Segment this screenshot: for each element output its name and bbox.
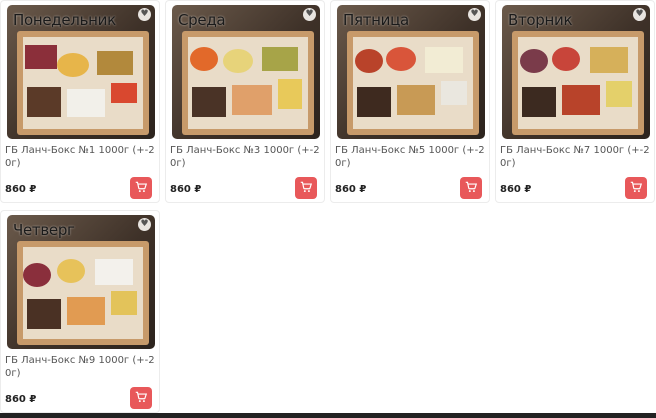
product-image[interactable]: Вторник ♥ bbox=[502, 5, 650, 139]
product-price: 860 ₽ bbox=[335, 184, 367, 195]
product-price: 860 ₽ bbox=[500, 184, 532, 195]
cart-icon bbox=[299, 179, 313, 198]
day-label: Среда bbox=[178, 11, 226, 29]
product-price: 860 ₽ bbox=[170, 184, 202, 195]
day-label: Вторник bbox=[508, 11, 573, 29]
heart-icon[interactable]: ♥ bbox=[633, 8, 646, 21]
cart-icon bbox=[629, 179, 643, 198]
product-image[interactable]: Понедельник ♥ bbox=[7, 5, 155, 139]
heart-icon[interactable]: ♥ bbox=[138, 218, 151, 231]
product-title[interactable]: ГБ Ланч-Бокс №3 1000г (+-20г) bbox=[170, 144, 324, 170]
add-to-cart-button[interactable] bbox=[295, 177, 317, 199]
product-image[interactable]: Среда ♥ bbox=[172, 5, 320, 139]
product-title[interactable]: ГБ Ланч-Бокс №7 1000г (+-20г) bbox=[500, 144, 654, 170]
day-label: Пятница bbox=[343, 11, 409, 29]
add-to-cart-button[interactable] bbox=[130, 177, 152, 199]
heart-icon[interactable]: ♥ bbox=[468, 8, 481, 21]
product-title[interactable]: ГБ Ланч-Бокс №9 1000г (+-20г) bbox=[5, 354, 159, 380]
product-card[interactable]: Среда ♥ ГБ Ланч-Бокс №3 1000г (+-20г) 86… bbox=[165, 0, 325, 203]
product-image[interactable]: Четверг ♥ bbox=[7, 215, 155, 349]
product-price: 860 ₽ bbox=[5, 394, 37, 405]
add-to-cart-button[interactable] bbox=[625, 177, 647, 199]
product-price: 860 ₽ bbox=[5, 184, 37, 195]
day-label: Четверг bbox=[13, 221, 75, 239]
taskbar-edge bbox=[0, 413, 656, 418]
cart-icon bbox=[134, 179, 148, 198]
heart-icon[interactable]: ♥ bbox=[303, 8, 316, 21]
add-to-cart-button[interactable] bbox=[460, 177, 482, 199]
product-card[interactable]: Понедельник ♥ ГБ Ланч-Бокс №1 1000г (+-2… bbox=[0, 0, 160, 203]
product-card[interactable]: Вторник ♥ ГБ Ланч-Бокс №7 1000г (+-20г) … bbox=[495, 0, 655, 203]
cart-icon bbox=[464, 179, 478, 198]
heart-icon[interactable]: ♥ bbox=[138, 8, 151, 21]
product-title[interactable]: ГБ Ланч-Бокс №1 1000г (+-20г) bbox=[5, 144, 159, 170]
product-card[interactable]: Четверг ♥ ГБ Ланч-Бокс №9 1000г (+-20г) … bbox=[0, 210, 160, 413]
product-title[interactable]: ГБ Ланч-Бокс №5 1000г (+-20г) bbox=[335, 144, 489, 170]
day-label: Понедельник bbox=[13, 11, 116, 29]
cart-icon bbox=[134, 389, 148, 408]
add-to-cart-button[interactable] bbox=[130, 387, 152, 409]
product-card[interactable]: Пятница ♥ ГБ Ланч-Бокс №5 1000г (+-20г) … bbox=[330, 0, 490, 203]
product-image[interactable]: Пятница ♥ bbox=[337, 5, 485, 139]
